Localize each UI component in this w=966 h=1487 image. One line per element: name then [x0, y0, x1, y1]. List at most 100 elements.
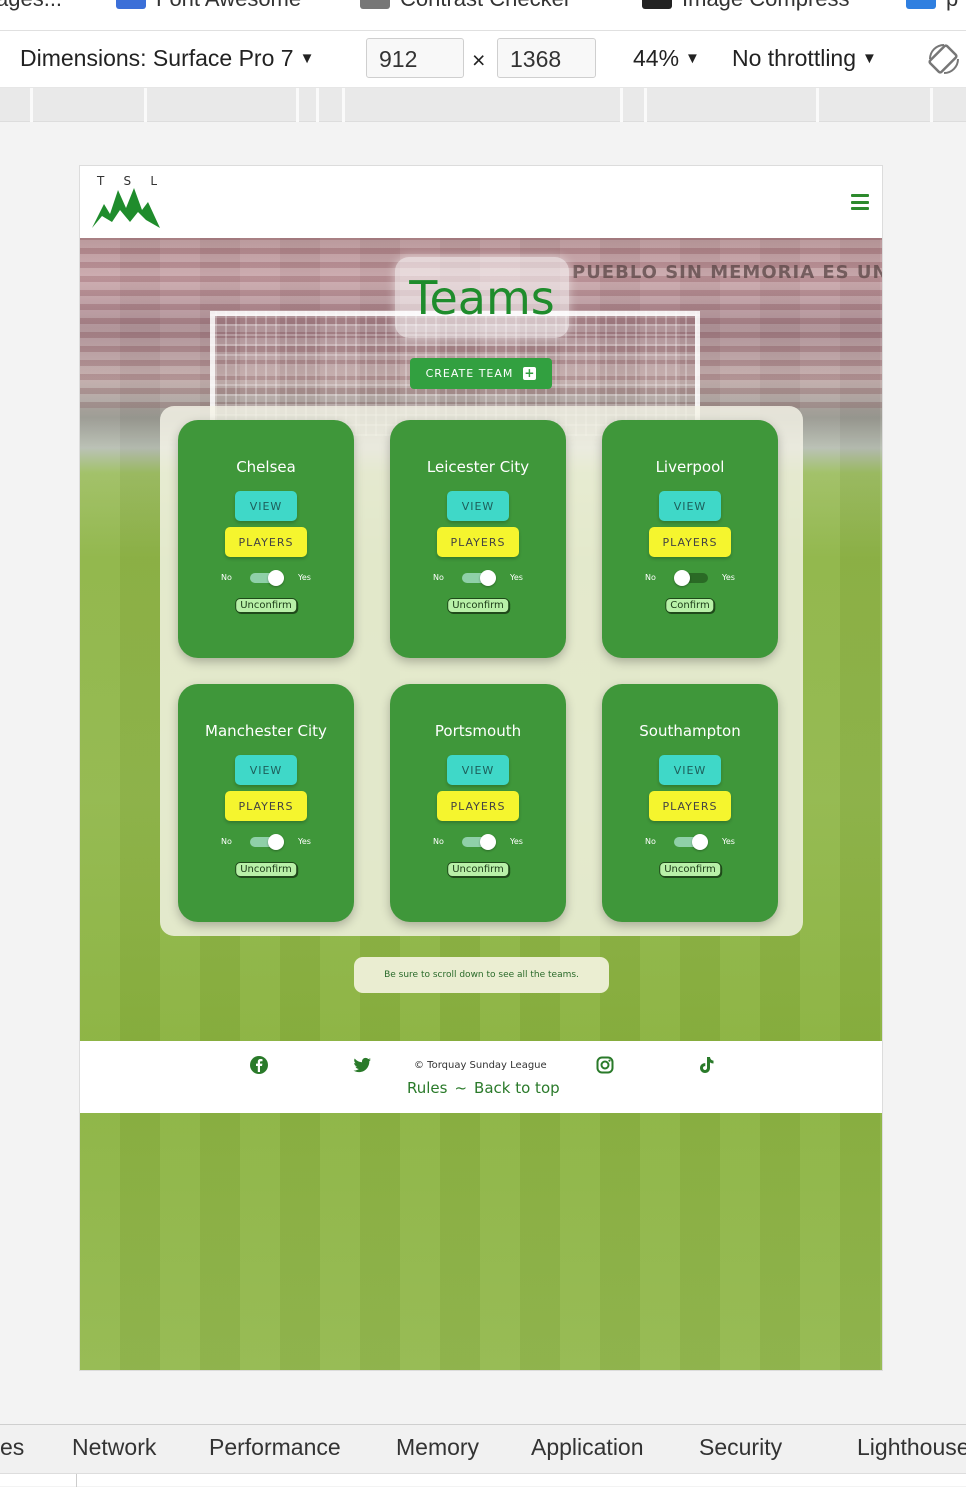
- device-toolbar: Dimensions: Surface Pro 7 ▼ 912 × 1368 4…: [0, 30, 966, 88]
- view-team-button[interactable]: VIEW: [659, 491, 721, 521]
- tab-elements[interactable]: es: [0, 1434, 24, 1461]
- twitter-icon[interactable]: [352, 1055, 372, 1075]
- view-team-button[interactable]: VIEW: [235, 491, 297, 521]
- confirm-toggle-switch[interactable]: [462, 834, 496, 850]
- team-card: Liverpool VIEW PLAYERS No Yes Confirm: [602, 420, 778, 658]
- confirm-button[interactable]: Unconfirm: [235, 862, 297, 877]
- confirm-button[interactable]: Unconfirm: [447, 598, 509, 613]
- dimensions-label: Dimensions: Surface Pro 7: [20, 45, 294, 71]
- bookmark-label: p: [946, 0, 958, 12]
- bookmark-label: Contrast Checker: [400, 0, 571, 12]
- team-name: Southampton: [639, 722, 741, 740]
- tab-lighthouse[interactable]: Lighthouse: [857, 1434, 966, 1461]
- toggle-yes-label: Yes: [510, 837, 523, 846]
- navbar: T S L: [80, 166, 882, 238]
- bookmark-icon: [642, 0, 672, 9]
- caret-down-icon: ▼: [299, 50, 315, 67]
- tab-security[interactable]: Security: [699, 1434, 782, 1461]
- link-separator: ~: [454, 1079, 468, 1097]
- confirm-toggle-row: No Yes: [178, 833, 354, 851]
- team-card: Chelsea VIEW PLAYERS No Yes Unconfirm: [178, 420, 354, 658]
- instagram-icon[interactable]: [595, 1055, 615, 1075]
- players-button[interactable]: PLAYERS: [649, 791, 731, 821]
- tab-network[interactable]: Network: [72, 1434, 156, 1461]
- view-team-button[interactable]: VIEW: [447, 491, 509, 521]
- title-box: Teams: [395, 257, 569, 338]
- bookmarks-bar: ages... Font Awesome Contrast Checker Im…: [0, 0, 966, 30]
- confirm-toggle-switch[interactable]: [250, 834, 284, 850]
- players-button[interactable]: PLAYERS: [649, 527, 731, 557]
- confirm-toggle-row: No Yes: [178, 569, 354, 587]
- team-card: Leicester City VIEW PLAYERS No Yes Unconfirm: [390, 420, 566, 658]
- bookmark-font-awesome[interactable]: Font Awesome: [116, 0, 301, 12]
- times-sign: ×: [472, 47, 486, 73]
- caret-down-icon: ▼: [685, 50, 700, 67]
- view-team-button[interactable]: VIEW: [235, 755, 297, 785]
- toggle-no-label: No: [221, 573, 232, 582]
- stadium-banner: PUEBLO SIN MEMORIA ES UN: [572, 262, 883, 283]
- toggle-no-label: No: [433, 573, 444, 582]
- rotate-icon[interactable]: [926, 41, 962, 77]
- players-button[interactable]: PLAYERS: [225, 527, 307, 557]
- confirm-toggle-switch[interactable]: [674, 570, 708, 586]
- bookmark-label: Image Compress: [682, 0, 850, 12]
- team-name: Portsmouth: [434, 722, 522, 740]
- media-query-ruler[interactable]: [0, 88, 966, 122]
- bookmark-label: Font Awesome: [156, 0, 301, 12]
- players-button[interactable]: PLAYERS: [437, 791, 519, 821]
- confirm-toggle-switch[interactable]: [250, 570, 284, 586]
- team-card: Southampton VIEW PLAYERS No Yes Unconfirm: [602, 684, 778, 922]
- toggle-no-label: No: [433, 837, 444, 846]
- players-button[interactable]: PLAYERS: [437, 527, 519, 557]
- rules-link[interactable]: Rules: [407, 1079, 447, 1097]
- device-viewport: PUEBLO SIN MEMORIA ES UN T S L Teams CRE…: [79, 165, 883, 1371]
- tab-application[interactable]: Application: [531, 1434, 644, 1461]
- plus-square-icon: +: [523, 366, 537, 380]
- footer: © Torquay Sunday League Rules ~ Back to …: [80, 1041, 882, 1113]
- devtools-panel-strip: [0, 1473, 966, 1487]
- confirm-toggle-row: No Yes: [390, 569, 566, 587]
- confirm-toggle-row: No Yes: [602, 569, 778, 587]
- tab-performance[interactable]: Performance: [209, 1434, 341, 1461]
- throttling-dropdown[interactable]: No throttling ▼: [732, 45, 877, 72]
- toggle-yes-label: Yes: [510, 573, 523, 582]
- hamburger-menu-icon[interactable]: [851, 194, 869, 210]
- view-team-button[interactable]: VIEW: [659, 755, 721, 785]
- throttling-label: No throttling: [732, 45, 857, 71]
- height-input[interactable]: 1368: [497, 38, 596, 78]
- confirm-button[interactable]: Confirm: [665, 598, 715, 613]
- create-team-label: CREATE TEAM: [425, 367, 514, 380]
- tiktok-icon[interactable]: [696, 1055, 716, 1075]
- bookmark-label: ages...: [0, 0, 62, 12]
- logo-mountain-icon[interactable]: [90, 174, 162, 230]
- zoom-dropdown[interactable]: 44% ▼: [633, 45, 700, 72]
- width-input[interactable]: 912: [366, 38, 464, 78]
- bookmark-item[interactable]: ages...: [0, 0, 62, 12]
- tab-memory[interactable]: Memory: [396, 1434, 479, 1461]
- bookmark-contrast-checker[interactable]: Contrast Checker: [360, 0, 571, 12]
- toggle-no-label: No: [645, 837, 656, 846]
- devtools-tab-bar: es Network Performance Memory Applicatio…: [0, 1424, 966, 1473]
- confirm-toggle-row: No Yes: [602, 833, 778, 851]
- footer-links: Rules ~ Back to top: [407, 1079, 560, 1097]
- toggle-no-label: No: [221, 837, 232, 846]
- view-team-button[interactable]: VIEW: [447, 755, 509, 785]
- confirm-button[interactable]: Unconfirm: [235, 598, 297, 613]
- players-button[interactable]: PLAYERS: [225, 791, 307, 821]
- create-team-button[interactable]: CREATE TEAM +: [410, 358, 552, 389]
- confirm-button[interactable]: Unconfirm: [659, 862, 721, 877]
- confirm-toggle-switch[interactable]: [462, 570, 496, 586]
- page-title: Teams: [409, 270, 555, 325]
- dimensions-dropdown[interactable]: Dimensions: Surface Pro 7 ▼: [20, 45, 314, 72]
- team-name: Leicester City: [426, 458, 530, 476]
- confirm-toggle-row: No Yes: [390, 833, 566, 851]
- bookmark-item[interactable]: p: [906, 0, 958, 12]
- toggle-yes-label: Yes: [298, 837, 311, 846]
- back-to-top-link[interactable]: Back to top: [474, 1079, 560, 1097]
- bookmark-image-compress[interactable]: Image Compress: [642, 0, 850, 12]
- team-card: Portsmouth VIEW PLAYERS No Yes Unconfirm: [390, 684, 566, 922]
- facebook-icon[interactable]: [249, 1055, 269, 1075]
- confirm-toggle-switch[interactable]: [674, 834, 708, 850]
- toggle-yes-label: Yes: [722, 837, 735, 846]
- confirm-button[interactable]: Unconfirm: [447, 862, 509, 877]
